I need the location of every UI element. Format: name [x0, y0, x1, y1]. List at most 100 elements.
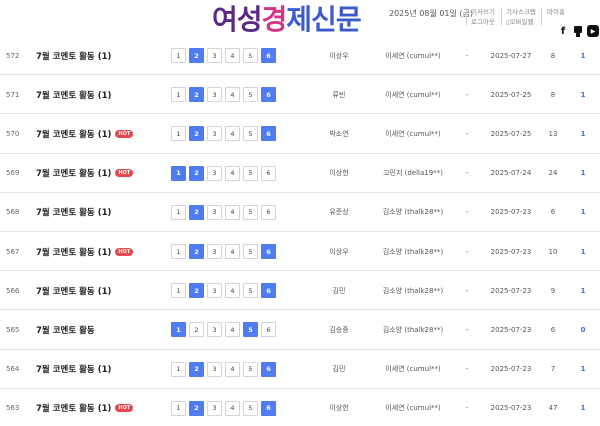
page-button[interactable]: 4 — [225, 87, 240, 103]
page-button[interactable]: 5 — [243, 244, 258, 260]
page-button[interactable]: 6 — [261, 204, 276, 220]
logo-text-1: 여성 — [212, 3, 263, 36]
page-button[interactable]: 1 — [171, 322, 186, 338]
page-button[interactable]: 5 — [243, 400, 258, 416]
page-button[interactable]: 4 — [225, 126, 240, 142]
page-button[interactable]: 6 — [261, 244, 276, 260]
comment-count[interactable]: 1 — [576, 75, 590, 114]
page-button[interactable]: 1 — [171, 361, 186, 377]
logout-link[interactable]: 로그아웃 — [471, 17, 495, 27]
article-title-cell[interactable]: 7월 코멘토 활동 (1) HOT — [36, 232, 134, 271]
page-button[interactable]: 2 — [189, 204, 204, 220]
page-button[interactable]: 2 — [189, 400, 204, 416]
write-article-link[interactable]: 기사쓰기 — [471, 7, 495, 17]
page-button[interactable]: 5 — [243, 361, 258, 377]
page-button[interactable]: 1 — [171, 283, 186, 299]
page-button[interactable]: 2 — [189, 165, 204, 181]
page-button[interactable]: 1 — [171, 126, 186, 142]
article-title-cell[interactable]: 7월 코멘토 활동 (1) — [36, 193, 111, 232]
page-button[interactable]: 6 — [261, 126, 276, 142]
writer: 김민 — [332, 286, 346, 295]
page-button[interactable]: 2 — [189, 322, 204, 338]
page-button[interactable]: 5 — [243, 126, 258, 142]
comment-count[interactable]: 1 — [576, 350, 590, 389]
page-button[interactable]: 6 — [261, 87, 276, 103]
myhome-link[interactable]: 마이홈 — [547, 7, 565, 17]
page-button[interactable]: 4 — [225, 361, 240, 377]
page-button[interactable]: 1 — [171, 400, 186, 416]
editor: 김소양 (thalk28**) — [382, 325, 444, 334]
comment-count[interactable]: 1 — [576, 389, 590, 426]
page-button[interactable]: 3 — [207, 400, 222, 416]
comment-count[interactable]: 0 — [576, 310, 590, 349]
writer: 김승중 — [329, 325, 349, 334]
page-button[interactable]: 5 — [243, 204, 258, 220]
article-date: 2025-07-23 — [490, 247, 532, 256]
article-number: 564 — [6, 365, 20, 374]
empty-cell: - — [465, 325, 469, 334]
article-title-cell[interactable]: 7월 코멘토 활동 (1) — [36, 75, 111, 114]
page-button[interactable]: 4 — [225, 400, 240, 416]
comment-count[interactable]: 1 — [576, 114, 590, 153]
page-button[interactable]: 6 — [261, 165, 276, 181]
page-button[interactable]: 3 — [207, 126, 222, 142]
comment-count[interactable]: 1 — [576, 154, 590, 193]
article-title-cell[interactable]: 7월 코멘토 활동 (1) — [36, 350, 111, 389]
page-button[interactable]: 6 — [261, 361, 276, 377]
youtube-icon[interactable]: ▶ — [587, 25, 599, 37]
site-logo[interactable]: 여성경제신문 — [212, 3, 362, 37]
editor: 김소양 (thalk28**) — [382, 247, 444, 256]
page-button[interactable]: 5 — [243, 48, 258, 64]
page-button[interactable]: 4 — [225, 204, 240, 220]
page-button[interactable]: 1 — [171, 204, 186, 220]
page-button[interactable]: 5 — [243, 322, 258, 338]
page-button[interactable]: 1 — [171, 244, 186, 260]
page-button[interactable]: 3 — [207, 87, 222, 103]
page-button[interactable]: 4 — [225, 283, 240, 299]
article-number: 566 — [6, 286, 20, 295]
page-button[interactable]: 5 — [243, 165, 258, 181]
page-button[interactable]: 3 — [207, 283, 222, 299]
comment-count[interactable]: 1 — [576, 232, 590, 271]
page-button[interactable]: 6 — [261, 283, 276, 299]
article-title: 7월 코멘토 활동 (1) — [36, 90, 112, 101]
page-button[interactable]: 2 — [189, 126, 204, 142]
page-button[interactable]: 4 — [225, 165, 240, 181]
article-title-cell[interactable]: 7월 코멘토 활동 (1) HOT — [36, 114, 134, 153]
page-button[interactable]: 2 — [189, 244, 204, 260]
comment-count[interactable]: 1 — [576, 271, 590, 310]
mobile-web-link[interactable]: ▯모바일웹 — [506, 17, 536, 27]
page-button[interactable]: 3 — [207, 322, 222, 338]
page-button[interactable]: 1 — [171, 87, 186, 103]
page-button[interactable]: 2 — [189, 283, 204, 299]
page-button[interactable]: 6 — [261, 400, 276, 416]
facebook-icon[interactable]: f — [557, 25, 569, 37]
scrap-link[interactable]: 기사스크랩 — [506, 7, 536, 17]
page-button[interactable]: 2 — [189, 48, 204, 64]
table-row: 568 7월 코멘토 활동 (1) 123456 유준상 김소양 (thalk2… — [0, 193, 600, 232]
page-button[interactable]: 4 — [225, 322, 240, 338]
article-title-cell[interactable]: 7월 코멘토 활동 — [36, 310, 95, 349]
page-button[interactable]: 6 — [261, 322, 276, 338]
page-button[interactable]: 2 — [189, 87, 204, 103]
page-button[interactable]: 3 — [207, 361, 222, 377]
page-button[interactable]: 6 — [261, 48, 276, 64]
page-button[interactable]: 3 — [207, 244, 222, 260]
article-title-cell[interactable]: 7월 코멘토 활동 (1) HOT — [36, 389, 134, 426]
view-count: 10 — [548, 247, 558, 256]
comment-count[interactable]: 1 — [576, 193, 590, 232]
page-button[interactable]: 5 — [243, 283, 258, 299]
page-button[interactable]: 4 — [225, 244, 240, 260]
page-button[interactable]: 1 — [171, 165, 186, 181]
writer: 이상헌 — [329, 169, 349, 178]
page-button[interactable]: 2 — [189, 361, 204, 377]
article-title-cell[interactable]: 7월 코멘토 활동 (1) HOT — [36, 154, 134, 193]
page-button[interactable]: 3 — [207, 48, 222, 64]
page-button[interactable]: 4 — [225, 48, 240, 64]
page-button[interactable]: 3 — [207, 204, 222, 220]
page-button[interactable]: 1 — [171, 48, 186, 64]
kakao-icon[interactable] — [572, 25, 584, 37]
page-button[interactable]: 5 — [243, 87, 258, 103]
article-title-cell[interactable]: 7월 코멘토 활동 (1) — [36, 271, 111, 310]
page-button[interactable]: 3 — [207, 165, 222, 181]
